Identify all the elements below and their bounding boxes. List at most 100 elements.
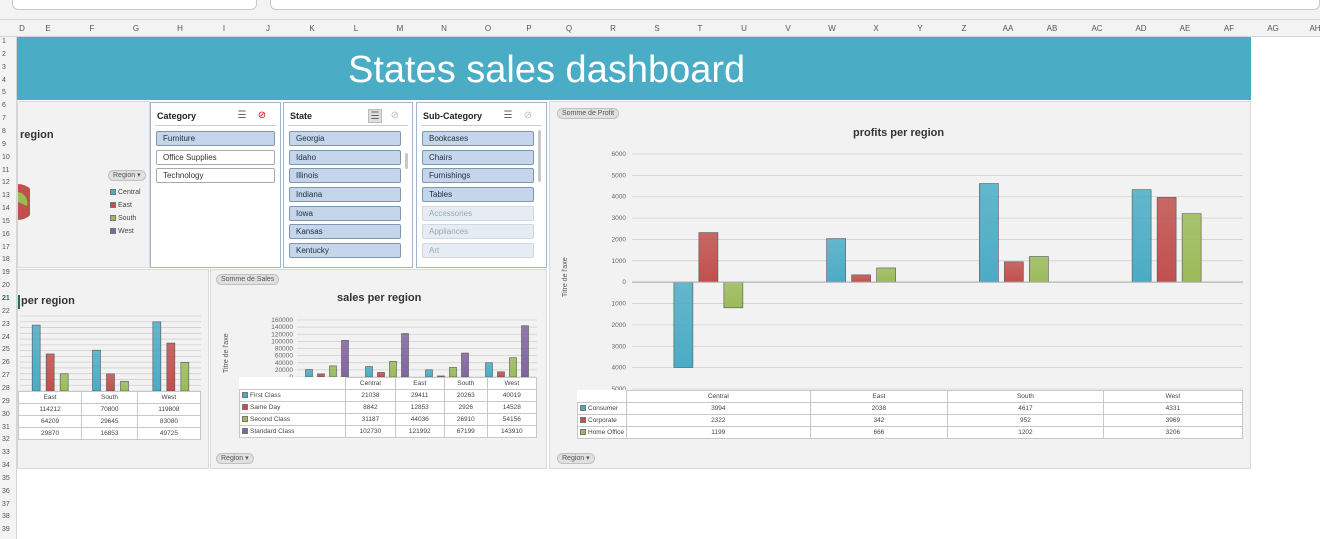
sales-chart-plot[interactable]: 1600001400001200001000008000060000400002… <box>211 270 548 385</box>
profit-chart-panel[interactable]: Somme de Profit profits per region Titre… <box>549 101 1251 469</box>
row-header[interactable]: 32 <box>2 436 10 443</box>
region-axis-button[interactable]: Region ▾ <box>216 453 254 464</box>
column-header[interactable]: N <box>441 24 447 33</box>
slicer-item[interactable]: Tables <box>422 187 534 202</box>
chart-bar[interactable] <box>425 369 433 378</box>
chart-bar[interactable] <box>698 232 719 283</box>
row-header[interactable]: 18 <box>2 256 10 263</box>
pie-chart-panel[interactable]: region Region ▾ Central East South West <box>17 101 150 268</box>
column-header[interactable]: AE <box>1180 24 1191 33</box>
column-header[interactable]: AH <box>1309 24 1320 33</box>
chart-bar[interactable] <box>1156 197 1177 283</box>
row-header[interactable]: 35 <box>2 475 10 482</box>
slicer-item[interactable]: Idaho <box>289 150 401 165</box>
chart-bar[interactable] <box>1181 213 1202 283</box>
row-header[interactable]: 4 <box>2 77 6 84</box>
column-header[interactable]: Y <box>917 24 922 33</box>
column-header[interactable]: J <box>266 24 270 33</box>
name-box[interactable] <box>12 0 257 10</box>
column-header[interactable]: M <box>397 24 404 33</box>
slicer-item[interactable]: Georgia <box>289 131 401 146</box>
row-header[interactable]: 29 <box>2 398 10 405</box>
chart-bar[interactable] <box>509 357 517 378</box>
chart-bar[interactable] <box>826 238 846 283</box>
multi-select-icon[interactable]: ☰ <box>368 109 382 123</box>
row-header[interactable]: 37 <box>2 501 10 508</box>
row-header[interactable]: 2 <box>2 51 6 58</box>
row-header[interactable]: 5 <box>2 89 6 96</box>
row-header[interactable]: 15 <box>2 218 10 225</box>
row-header[interactable]: 33 <box>2 449 10 456</box>
column-header[interactable]: AA <box>1003 24 1014 33</box>
chart-bar[interactable] <box>341 340 349 378</box>
row-header[interactable]: 21 <box>2 295 10 302</box>
row-header[interactable]: 12 <box>2 179 10 186</box>
slicer-item[interactable]: Furnishings <box>422 168 534 183</box>
chart-bar[interactable] <box>1004 261 1024 283</box>
chart-bar[interactable] <box>521 325 529 378</box>
row-header[interactable]: 27 <box>2 372 10 379</box>
subcategory-slicer[interactable]: Sub-Category ☰ ⊘ Bookcases Chairs Furnis… <box>416 102 547 268</box>
column-header[interactable]: U <box>741 24 747 33</box>
chart-bar[interactable] <box>723 281 744 309</box>
multi-select-icon[interactable]: ☰ <box>235 109 249 123</box>
slicer-item[interactable]: Appliances <box>422 224 534 239</box>
column-header[interactable]: Q <box>566 24 572 33</box>
column-header[interactable]: E <box>45 24 50 33</box>
profit-chart-plot[interactable]: 6000 5000 4000 3000 2000 1000 0 1000 2000 3000 400… <box>550 102 1252 394</box>
chart-bar[interactable] <box>1029 256 1049 283</box>
column-header[interactable]: AB <box>1047 24 1058 33</box>
row-header[interactable]: 30 <box>2 411 10 418</box>
row-header[interactable]: 26 <box>2 359 10 366</box>
left-chart-panel[interactable]: per region East South West 114212 70800 1198… <box>17 269 209 469</box>
row-header[interactable]: 11 <box>2 167 9 174</box>
column-header[interactable]: AG <box>1267 24 1279 33</box>
chart-bar[interactable] <box>979 183 999 283</box>
slicer-item[interactable]: Office Supplies <box>156 150 275 165</box>
slicer-item[interactable]: Art <box>422 243 534 258</box>
slicer-item[interactable]: Furniture <box>156 131 275 146</box>
column-headers[interactable]: D E F G H I J K L M N O P Q R S T U V W X Y Z AA AB AC AD AE AF AG AH <box>0 20 1320 37</box>
chart-bar[interactable] <box>389 361 397 378</box>
row-header[interactable]: 1 <box>2 38 6 45</box>
chart-bar[interactable] <box>166 342 176 392</box>
row-header[interactable]: 14 <box>2 205 10 212</box>
row-header[interactable]: 23 <box>2 321 10 328</box>
clear-filter-icon[interactable]: ⊘ <box>388 109 402 123</box>
row-header[interactable]: 3 <box>2 64 6 71</box>
row-header[interactable]: 8 <box>2 128 6 135</box>
row-header[interactable]: 9 <box>2 141 6 148</box>
pie-chart-slice[interactable] <box>18 184 30 220</box>
column-header[interactable]: T <box>698 24 703 33</box>
row-header[interactable]: 20 <box>2 282 10 289</box>
region-axis-button[interactable]: Region ▾ <box>557 453 595 464</box>
column-header[interactable]: G <box>133 24 139 33</box>
column-header[interactable]: I <box>223 24 225 33</box>
row-header[interactable]: 39 <box>2 526 10 533</box>
category-slicer[interactable]: Category ☰ ⊘ Furniture Office Supplies T… <box>150 102 281 268</box>
chart-bar[interactable] <box>851 274 871 283</box>
chart-bar[interactable] <box>152 321 162 392</box>
column-header[interactable]: R <box>610 24 616 33</box>
slicer-scrollbar[interactable] <box>538 130 541 182</box>
formula-bar[interactable] <box>270 0 1320 10</box>
row-header[interactable]: 19 <box>2 269 10 276</box>
slicer-item[interactable]: Kansas <box>289 224 401 239</box>
slicer-item[interactable]: Chairs <box>422 150 534 165</box>
chart-bar[interactable] <box>485 362 493 378</box>
column-header[interactable]: W <box>828 24 836 33</box>
column-header[interactable]: S <box>654 24 659 33</box>
chart-bar[interactable] <box>365 366 373 378</box>
chart-bar[interactable] <box>120 380 129 392</box>
left-chart-plot[interactable] <box>18 270 210 400</box>
column-header[interactable]: AC <box>1091 24 1102 33</box>
row-header[interactable]: 7 <box>2 115 6 122</box>
chart-bar[interactable] <box>329 365 337 378</box>
row-headers[interactable]: 1 2 3 4 5 6 7 8 9 10 11 12 13 14 15 16 17 18 19 20 21 22 23 24 2… <box>0 37 17 539</box>
column-header[interactable]: X <box>873 24 878 33</box>
chart-bar[interactable] <box>1131 189 1152 283</box>
sales-chart-panel[interactable]: Somme de Sales sales per region Titre de… <box>210 269 547 469</box>
region-filter-button[interactable]: Region ▾ <box>108 170 146 181</box>
clear-filter-icon[interactable]: ⊘ <box>521 109 535 123</box>
slicer-item[interactable]: Technology <box>156 168 275 183</box>
